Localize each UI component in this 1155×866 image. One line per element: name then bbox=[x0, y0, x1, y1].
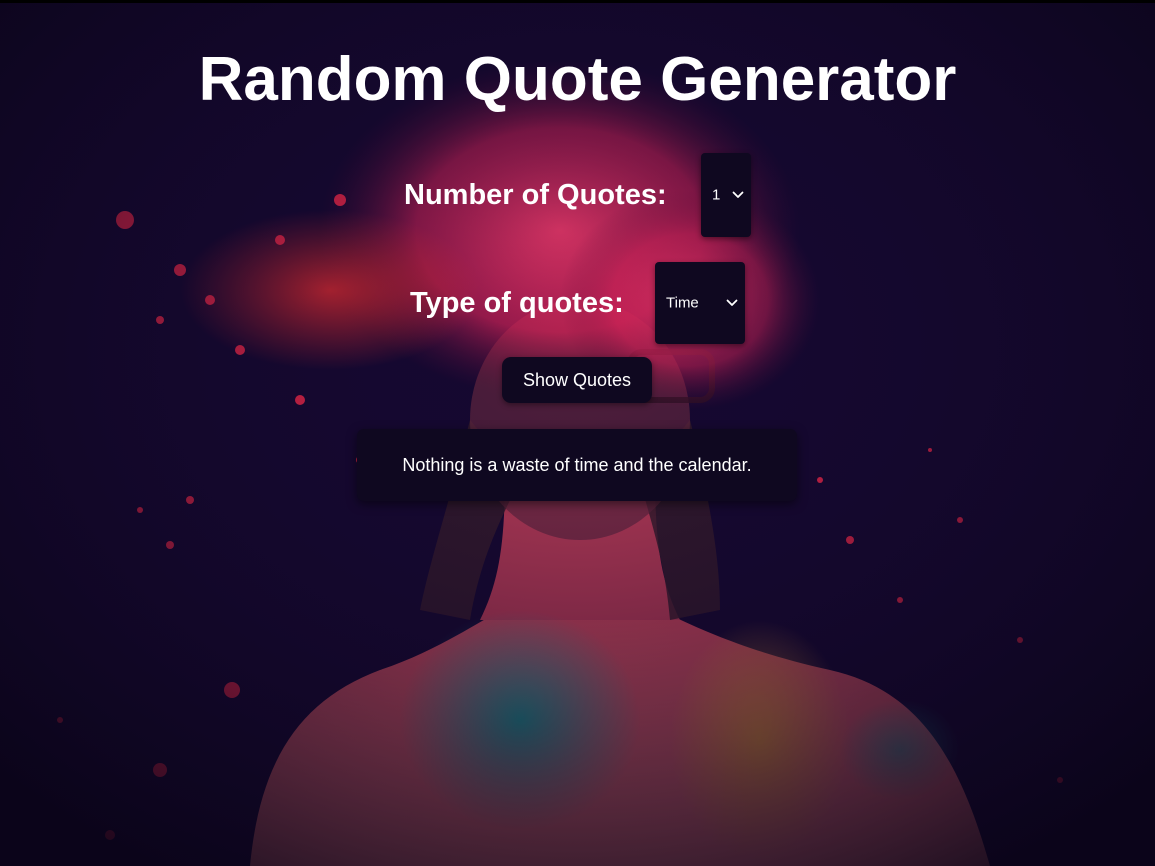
number-of-quotes-value: 1 bbox=[712, 186, 721, 204]
show-quotes-button[interactable]: Show Quotes bbox=[502, 357, 652, 403]
chevron-down-icon bbox=[726, 299, 738, 306]
chevron-down-icon bbox=[732, 191, 744, 198]
number-of-quotes-select[interactable]: 1 bbox=[701, 153, 751, 237]
quote-text: Nothing is a waste of time and the calen… bbox=[402, 455, 752, 475]
number-of-quotes-label: Number of Quotes: bbox=[404, 179, 667, 211]
type-of-quotes-select[interactable]: Time bbox=[655, 262, 745, 344]
window-top-border bbox=[0, 0, 1155, 3]
type-of-quotes-label: Type of quotes: bbox=[410, 287, 624, 319]
page-title: Random Quote Generator bbox=[198, 45, 957, 114]
type-of-quotes-value: Time bbox=[666, 294, 699, 312]
quote-card: Nothing is a waste of time and the calen… bbox=[357, 429, 797, 501]
